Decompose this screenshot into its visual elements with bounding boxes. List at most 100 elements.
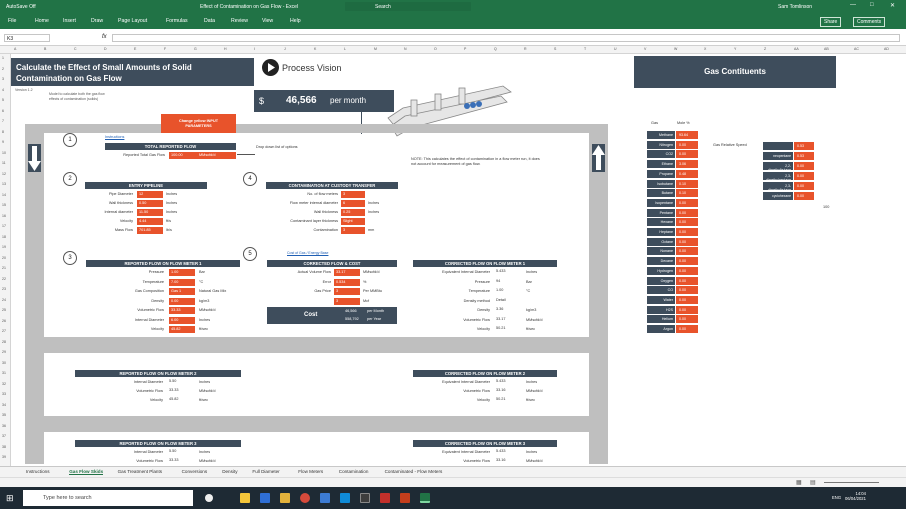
row-header[interactable]: 17: [2, 224, 6, 228]
side-value-cell[interactable]: 0.00: [794, 172, 814, 180]
column-header[interactable]: Z: [764, 47, 766, 51]
sheet-tab[interactable]: Contamination: [339, 469, 369, 474]
side-value-cell[interactable]: 0.00: [794, 192, 814, 200]
column-header[interactable]: G: [194, 47, 197, 51]
gas-mole-value[interactable]: 0.10: [676, 189, 698, 198]
minimize-icon[interactable]: —: [850, 2, 856, 8]
row-header[interactable]: 30: [2, 361, 6, 365]
column-header[interactable]: L: [344, 47, 346, 51]
column-header[interactable]: AB: [824, 47, 829, 51]
row-value[interactable]: 11.50: [137, 209, 163, 216]
worksheet[interactable]: Calculate the Effect of Small Amounts of…: [11, 54, 906, 466]
cost-of-gas-link[interactable]: Cost of Gas / Energy Base: [287, 251, 328, 255]
row-header[interactable]: 9: [2, 140, 4, 144]
column-header[interactable]: M: [374, 47, 377, 51]
row-header[interactable]: 23: [2, 287, 6, 291]
name-box[interactable]: K3: [4, 34, 50, 42]
autosave-toggle[interactable]: AutoSave Off: [6, 4, 36, 10]
column-header[interactable]: AA: [794, 47, 799, 51]
close-icon[interactable]: ✕: [890, 2, 895, 9]
column-header[interactable]: J: [284, 47, 286, 51]
column-header[interactable]: V: [644, 47, 646, 51]
row-header[interactable]: 3: [2, 77, 4, 81]
excel-icon[interactable]: [420, 493, 430, 503]
gas-mole-value[interactable]: 0.48: [676, 169, 698, 178]
sheet-tab[interactable]: Gas Treatment Plants: [118, 469, 162, 474]
user-name[interactable]: Sam Tomlinson: [778, 4, 812, 10]
gas-mole-value[interactable]: 0.00: [676, 305, 698, 314]
column-header[interactable]: O: [434, 47, 437, 51]
row-header[interactable]: 26: [2, 319, 6, 323]
column-header[interactable]: R: [524, 47, 527, 51]
row-value[interactable]: 45.82: [169, 326, 195, 333]
gas-mole-value[interactable]: 0.00: [676, 286, 698, 295]
row-value[interactable]: 1.00: [169, 269, 195, 276]
change-input-parameters-button[interactable]: Change yellow INPUT PARAMETERS: [161, 114, 236, 133]
row-header[interactable]: 19: [2, 245, 6, 249]
gas-mole-value[interactable]: 0.00: [676, 257, 698, 266]
maximize-icon[interactable]: □: [870, 2, 874, 8]
gas-mole-value[interactable]: 0.00: [676, 247, 698, 256]
row-header[interactable]: 28: [2, 340, 6, 344]
row-header[interactable]: 12: [2, 172, 6, 176]
sheet-tab[interactable]: Instructions: [26, 469, 50, 474]
instructions-link[interactable]: Instructions: [105, 135, 124, 139]
row-header[interactable]: 1: [2, 56, 4, 60]
gas-mole-value[interactable]: 0.00: [676, 218, 698, 227]
column-header[interactable]: Y: [734, 47, 736, 51]
row-header[interactable]: 11: [2, 161, 6, 165]
column-header[interactable]: A: [14, 47, 16, 51]
gas-mole-value[interactable]: 3.06: [676, 160, 698, 169]
row-header[interactable]: 25: [2, 308, 6, 312]
gas-mole-value[interactable]: 0.00: [676, 295, 698, 304]
search-box[interactable]: Search: [345, 2, 471, 11]
row-value[interactable]: 3: [341, 191, 365, 198]
gas-mole-value[interactable]: 0.00: [676, 276, 698, 285]
row-header[interactable]: 14: [2, 193, 6, 197]
fx-icon[interactable]: fx: [102, 34, 107, 40]
row-value[interactable]: 0.534: [334, 278, 360, 286]
row-header[interactable]: 36: [2, 424, 6, 428]
row-header[interactable]: 10: [2, 151, 6, 155]
column-header[interactable]: U: [614, 47, 617, 51]
row-value[interactable]: 0.00: [169, 297, 195, 305]
row-header[interactable]: 4: [2, 88, 4, 92]
gas-mole-value[interactable]: 0.00: [676, 315, 698, 324]
row-value[interactable]: 3: [341, 227, 365, 234]
row-value[interactable]: Gas 1: [169, 288, 195, 295]
column-header[interactable]: S: [554, 47, 556, 51]
chrome-icon[interactable]: [300, 493, 310, 503]
row-value[interactable]: 7.00: [169, 278, 195, 286]
cortana-icon[interactable]: [205, 494, 213, 502]
store-icon[interactable]: [280, 493, 290, 503]
row-value[interactable]: Slight: [341, 218, 365, 225]
menu-review[interactable]: Review: [231, 18, 248, 24]
row-header[interactable]: 31: [2, 371, 6, 375]
row-header[interactable]: 13: [2, 182, 6, 186]
sheet-tab[interactable]: Full Diameter: [252, 469, 279, 474]
row-header[interactable]: 27: [2, 329, 6, 333]
gas-mole-value[interactable]: 0.00: [676, 325, 698, 333]
column-header[interactable]: H: [224, 47, 227, 51]
row-header[interactable]: 32: [2, 382, 6, 386]
column-header[interactable]: E: [134, 47, 136, 51]
menu-page-layout[interactable]: Page Layout: [118, 18, 147, 24]
row-value[interactable]: 33.33: [169, 307, 195, 314]
column-header[interactable]: AC: [854, 47, 859, 51]
row-header[interactable]: 7: [2, 119, 4, 123]
row-header[interactable]: 33: [2, 392, 6, 396]
row-header[interactable]: 20: [2, 256, 6, 260]
row-header[interactable]: 24: [2, 298, 6, 302]
system-clock[interactable]: 14:04 06/04/2021: [845, 491, 866, 501]
column-header[interactable]: P: [464, 47, 466, 51]
menu-home[interactable]: Home: [35, 18, 49, 24]
row-value[interactable]: 3: [334, 297, 360, 305]
column-header[interactable]: X: [704, 47, 706, 51]
zoom-slider[interactable]: [824, 482, 879, 483]
gas-mole-value[interactable]: 0.00: [676, 266, 698, 275]
share-button[interactable]: Share: [820, 17, 842, 27]
row-value[interactable]: 0.50: [137, 200, 163, 207]
menu-data[interactable]: Data: [204, 18, 215, 24]
column-header[interactable]: N: [404, 47, 407, 51]
comments-button[interactable]: Comments: [853, 17, 886, 27]
